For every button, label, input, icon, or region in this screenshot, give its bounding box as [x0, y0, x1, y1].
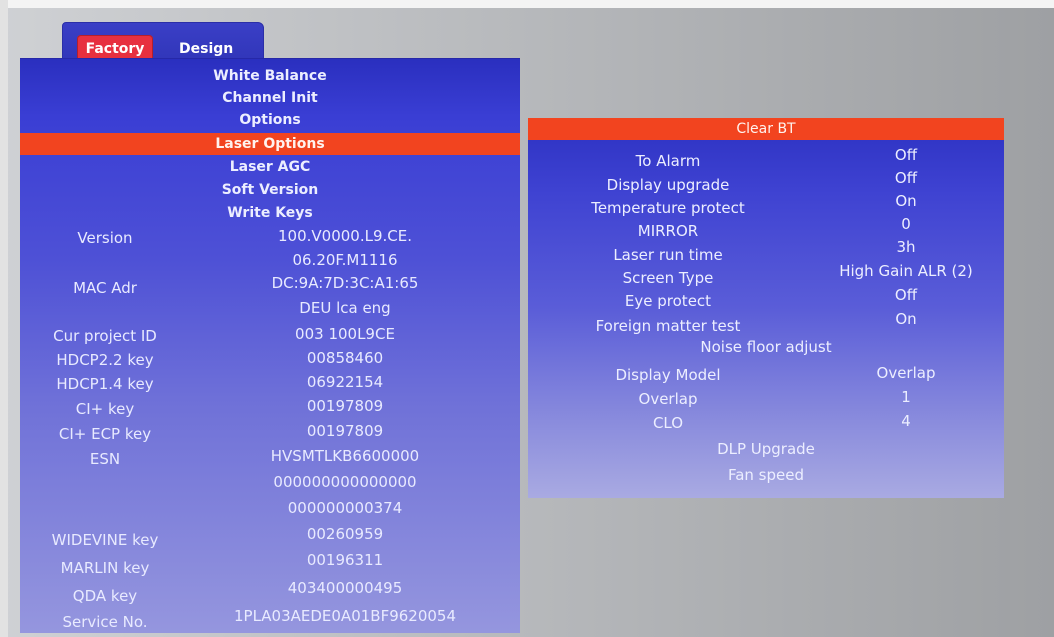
screen-frame-left — [0, 0, 8, 637]
widevine-value: 00260959 — [306, 525, 384, 543]
to-alarm-label[interactable]: To Alarm — [528, 150, 808, 172]
marlin-label: MARLIN key — [60, 559, 150, 577]
clear-bt-item[interactable]: Clear BT — [528, 118, 1004, 140]
overlap-label[interactable]: Overlap — [528, 388, 808, 410]
esn-value-line1: HVSMTLKB6600000 — [270, 447, 420, 465]
laser-run-time-value: 3h — [896, 238, 916, 256]
eye-protect-value: Off — [894, 286, 918, 304]
menu-item-white-balance[interactable]: White Balance — [20, 65, 520, 87]
screen-type-value: High Gain ALR (2) — [839, 262, 973, 280]
temperature-protect-value: On — [895, 192, 917, 210]
service-no-label: Service No. — [62, 613, 148, 631]
hdcp22-value: 00858460 — [306, 349, 384, 367]
hdcp14-value: 06922154 — [306, 373, 384, 391]
esn-value-line2: 000000000000000 — [273, 473, 417, 491]
clo-value: 4 — [901, 412, 911, 430]
menu-item-write-keys[interactable]: Write Keys — [20, 202, 520, 224]
esn-label: ESN — [89, 450, 121, 468]
language-value: DEU lca eng — [299, 299, 391, 317]
temperature-protect-label[interactable]: Temperature protect — [528, 197, 808, 219]
esn-value-line3: 000000000374 — [287, 499, 403, 517]
cur-project-label: Cur project ID — [53, 327, 157, 345]
hdcp22-label: HDCP2.2 key — [56, 351, 154, 369]
foreign-matter-label[interactable]: Foreign matter test — [528, 315, 808, 337]
screen-frame-top — [0, 0, 1054, 8]
menu-item-options[interactable]: Options — [20, 109, 520, 131]
mac-value: DC:9A:7D:3C:A1:65 — [271, 274, 419, 292]
version-label: Version — [77, 229, 133, 247]
hdcp14-label: HDCP1.4 key — [56, 375, 154, 393]
service-no-value: 1PLA03AEDE0A01BF9620054 — [233, 607, 457, 625]
foreign-matter-value: On — [895, 310, 917, 328]
display-model-value: Overlap — [876, 364, 936, 382]
mirror-value: 0 — [901, 215, 911, 233]
ciplus-ecp-label: CI+ ECP key — [58, 425, 152, 443]
screen-type-label[interactable]: Screen Type — [528, 267, 808, 289]
ciplus-ecp-value: 00197809 — [306, 422, 384, 440]
eye-protect-label[interactable]: Eye protect — [528, 290, 808, 312]
dlp-upgrade-item[interactable]: DLP Upgrade — [528, 438, 1004, 460]
menu-item-laser-agc[interactable]: Laser AGC — [20, 156, 520, 178]
qda-value: 403400000495 — [287, 579, 403, 597]
display-upgrade-label[interactable]: Display upgrade — [528, 174, 808, 196]
marlin-value: 00196311 — [306, 551, 384, 569]
menu-item-soft-version[interactable]: Soft Version — [20, 179, 520, 201]
version-value-line1: 100.V0000.L9.CE. — [278, 227, 412, 245]
noise-floor-adjust-item[interactable]: Noise floor adjust — [528, 336, 1004, 358]
mirror-label[interactable]: MIRROR — [528, 220, 808, 242]
laser-options-panel: Clear BT To Alarm Off Display upgrade Of… — [528, 118, 1004, 498]
display-model-label[interactable]: Display Model — [528, 364, 808, 386]
fan-speed-item[interactable]: Fan speed — [528, 464, 1004, 486]
version-value-line2: 06.20F.M1116 — [292, 251, 398, 269]
ciplus-label: CI+ key — [75, 400, 135, 418]
display-upgrade-value: Off — [894, 169, 918, 187]
ciplus-value: 00197809 — [306, 397, 384, 415]
laser-run-time-label[interactable]: Laser run time — [528, 244, 808, 266]
qda-label: QDA key — [72, 587, 138, 605]
clo-label[interactable]: CLO — [528, 412, 808, 434]
to-alarm-value: Off — [894, 146, 918, 164]
overlap-value: 1 — [901, 388, 911, 406]
factory-menu-panel: White Balance Channel Init Options Laser… — [20, 58, 520, 633]
widevine-label: WIDEVINE key — [51, 531, 159, 549]
cur-project-value: 003 100L9CE — [295, 325, 395, 343]
menu-item-channel-init[interactable]: Channel Init — [20, 87, 520, 109]
mac-label: MAC Adr — [73, 279, 137, 297]
menu-item-laser-options[interactable]: Laser Options — [20, 133, 520, 155]
